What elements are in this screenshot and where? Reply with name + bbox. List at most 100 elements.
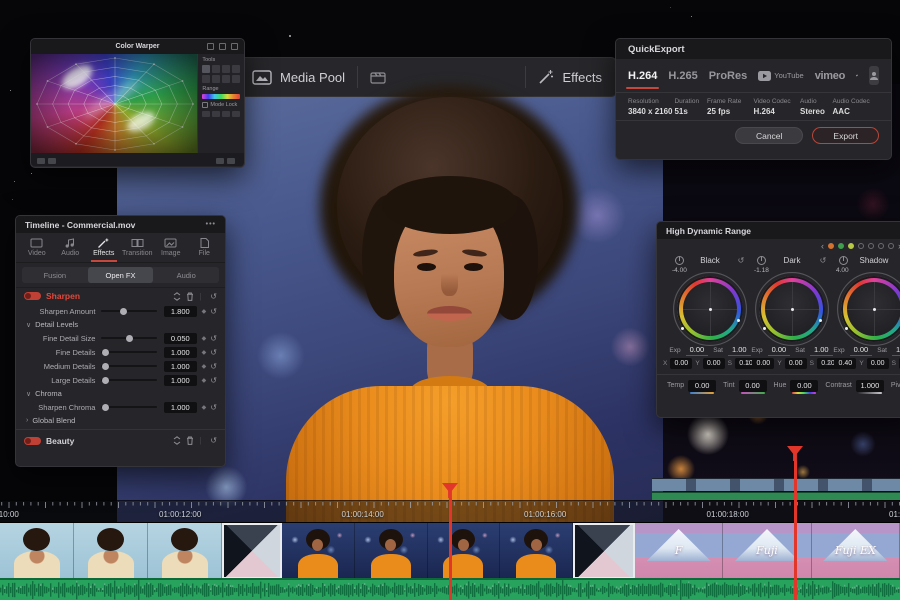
vectorscope[interactable] (31, 54, 198, 153)
zone-dot[interactable] (888, 243, 894, 249)
subtab-openfx[interactable]: Open FX (87, 267, 154, 283)
sharpen-amount-slider[interactable] (101, 307, 157, 315)
control-value[interactable]: 0.00 (738, 379, 767, 394)
exp-value[interactable]: 0.00 (685, 345, 709, 356)
tab-effects[interactable]: Effects (87, 233, 121, 262)
clip-tool-icon[interactable] (370, 70, 386, 84)
reset-icon[interactable]: ↺ (210, 362, 217, 371)
cross-dissolve-transition[interactable] (222, 523, 282, 579)
y-value[interactable]: 0.00 (702, 358, 725, 369)
x-value[interactable]: 0.00 (752, 358, 775, 369)
reorder-icon[interactable] (173, 436, 181, 445)
zoom-icon[interactable] (216, 157, 224, 164)
clip-thumbnail[interactable] (148, 523, 222, 579)
reset-icon[interactable]: ↺ (210, 334, 217, 343)
marker-handle[interactable] (787, 446, 803, 461)
sharpen-amount-value[interactable]: 1.800 (163, 305, 197, 317)
export-button[interactable]: Export (812, 127, 879, 144)
playhead-handle[interactable] (442, 483, 458, 498)
sharpen-chroma-value[interactable]: 1.000 (163, 401, 197, 413)
range-knob-icon[interactable] (756, 255, 766, 265)
reset-icon[interactable]: ↺ (210, 376, 217, 385)
effects-label[interactable]: Effects (562, 70, 602, 85)
sat-value[interactable]: 1.00 (727, 345, 751, 356)
reset-icon[interactable]: ↺ (815, 256, 831, 265)
panel-titlebar-icons[interactable] (207, 43, 238, 50)
sidebar-mini-buttons[interactable] (202, 111, 240, 117)
sharpen-toggle[interactable] (24, 292, 41, 300)
tab-transition[interactable]: Transition (121, 233, 155, 262)
playhead[interactable] (442, 483, 458, 600)
clip-thumbnail[interactable] (0, 523, 74, 579)
fine-details-value[interactable]: 1.000 (163, 346, 197, 358)
range-knob-icon[interactable] (838, 255, 848, 265)
subtab-audio[interactable]: Audio (153, 267, 219, 283)
video-clip[interactable] (282, 523, 573, 579)
sat-value[interactable]: 1.00 (809, 345, 833, 356)
exp-value[interactable]: 0.00 (767, 345, 791, 356)
section-detail-levels[interactable]: ∨ Detail Levels (16, 318, 225, 331)
zone-dot[interactable] (838, 243, 844, 249)
nav-prev-icon[interactable]: ‹ (821, 241, 824, 251)
panel-menu-button[interactable]: ••• (206, 221, 216, 228)
clip-thumbnail[interactable]: Fuji EX (811, 523, 900, 579)
clip-thumbnail[interactable] (427, 523, 501, 579)
medium-details-slider[interactable] (101, 362, 157, 370)
format-prores[interactable]: ProRes (709, 70, 748, 82)
marker-playhead[interactable] (787, 446, 803, 600)
color-wheel[interactable] (841, 276, 900, 342)
zone-dot[interactable] (858, 243, 864, 249)
zone-dot[interactable] (828, 243, 834, 249)
tab-video[interactable]: Video (20, 233, 54, 262)
clip-thumbnail[interactable] (74, 523, 148, 579)
control-value[interactable]: 0.00 (790, 379, 819, 394)
video-clip[interactable]: F Fuji Fuji EX (635, 523, 900, 579)
format-h265[interactable]: H.265 (668, 70, 697, 82)
snap-icon[interactable] (48, 157, 56, 164)
twitter-icon[interactable] (856, 69, 858, 82)
beauty-toggle[interactable] (24, 436, 41, 445)
media-pool-icon[interactable] (252, 69, 272, 85)
reset-icon[interactable]: ↺ (210, 348, 217, 357)
large-details-value[interactable]: 1.000 (163, 374, 197, 386)
reset-icon[interactable]: ↺ (210, 436, 217, 445)
y-value[interactable]: 0.00 (866, 358, 889, 369)
grid-icon[interactable] (37, 157, 45, 164)
range-knob-icon[interactable] (674, 255, 684, 265)
cancel-button[interactable]: Cancel (734, 127, 804, 144)
tab-image[interactable]: Image (154, 233, 188, 262)
exp-value[interactable]: 0.00 (849, 345, 873, 356)
sat-value[interactable]: 1.00 (891, 345, 900, 356)
cross-dissolve-transition[interactable] (573, 523, 635, 579)
clip-thumbnail[interactable] (354, 523, 428, 579)
tool-button-grid[interactable] (202, 65, 240, 83)
large-details-slider[interactable] (101, 376, 157, 384)
section-chroma[interactable]: ∨ Chroma (16, 387, 225, 400)
trash-icon[interactable] (186, 292, 194, 301)
color-wheel[interactable] (759, 276, 825, 342)
clip-thumbnail[interactable]: F (635, 523, 724, 579)
fine-details-slider[interactable] (101, 348, 157, 356)
zone-dot[interactable] (878, 243, 884, 249)
hue-range-strip[interactable] (202, 94, 240, 99)
reset-icon[interactable]: ↺ (210, 403, 217, 412)
control-value[interactable]: 0.00 (688, 379, 717, 394)
clip-thumbnail[interactable] (282, 523, 355, 579)
control-value[interactable]: 1.000 (855, 379, 884, 394)
options-icon[interactable] (227, 157, 235, 164)
effects-wand-icon[interactable] (538, 69, 554, 85)
reset-icon[interactable]: ↺ (210, 307, 217, 316)
fine-detail-size-slider[interactable] (101, 334, 157, 342)
format-vimeo[interactable]: vimeo (815, 70, 846, 82)
zone-dot[interactable] (868, 243, 874, 249)
reset-icon[interactable]: ↺ (733, 256, 749, 265)
y-value[interactable]: 0.00 (784, 358, 807, 369)
format-h264[interactable]: H.264 (625, 70, 660, 89)
media-pool-label[interactable]: Media Pool (280, 70, 345, 85)
x-value[interactable]: 0.00 (670, 358, 693, 369)
trash-icon[interactable] (186, 436, 194, 445)
reset-icon[interactable]: ↺ (210, 292, 217, 301)
tab-audio[interactable]: Audio (54, 233, 88, 262)
medium-details-value[interactable]: 1.000 (163, 360, 197, 372)
fine-detail-size-value[interactable]: 0.050 (163, 332, 197, 344)
